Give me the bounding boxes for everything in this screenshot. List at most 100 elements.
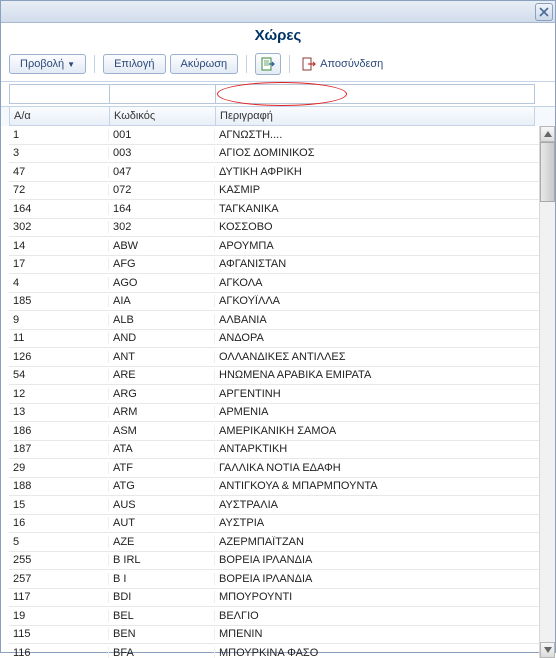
table-row[interactable]: 1001ΑΓΝΩΣΤΗ.... <box>9 126 539 145</box>
titlebar <box>1 1 555 23</box>
table-row[interactable]: 12ARGΑΡΓΕΝΤΙΝΗ <box>9 385 539 404</box>
table-row[interactable]: 117BDIΜΠΟΥΡΟΥΝΤΙ <box>9 589 539 608</box>
cell-aa: 187 <box>9 443 109 455</box>
vertical-scrollbar[interactable] <box>539 126 555 658</box>
cell-desc: ΑΥΣΤΡΙΑ <box>215 517 539 529</box>
table-row[interactable]: 47047ΔΥΤΙΚΗ ΑΦΡΙΚΗ <box>9 163 539 182</box>
cell-aa: 1 <box>9 129 109 141</box>
cell-aa: 15 <box>9 499 109 511</box>
scroll-down-button[interactable] <box>540 642 555 658</box>
table-row[interactable]: 4AGOΑΓΚΟΛΑ <box>9 274 539 293</box>
cell-aa: 16 <box>9 517 109 529</box>
cell-aa: 188 <box>9 480 109 492</box>
cell-aa: 255 <box>9 554 109 566</box>
cell-aa: 186 <box>9 425 109 437</box>
table-row[interactable]: 72072ΚΑΣΜΙΡ <box>9 182 539 201</box>
arrow-down-icon <box>544 647 552 653</box>
export-button[interactable] <box>255 53 281 75</box>
header-desc[interactable]: Περιγραφή <box>215 107 535 126</box>
cell-code: 302 <box>109 221 215 233</box>
logout-link[interactable]: Αποσύνδεση <box>298 55 387 73</box>
table-row[interactable]: 116BFAΜΠΟΥΡΚΙΝΑ ΦΑΣΟ <box>9 644 539 658</box>
separator <box>246 55 247 73</box>
cell-code: ARG <box>109 388 215 400</box>
table-row[interactable]: 29ATFΓΑΛΛΙΚΑ ΝΟΤΙΑ ΕΔΑΦΗ <box>9 459 539 478</box>
table-row[interactable]: 17AFGΑΦΓΑΝΙΣΤΑΝ <box>9 256 539 275</box>
select-button[interactable]: Επιλογή <box>103 54 165 74</box>
cell-desc: ΑΓΝΩΣΤΗ.... <box>215 129 539 141</box>
scroll-up-button[interactable] <box>540 126 555 142</box>
cell-code: 072 <box>109 184 215 196</box>
cell-aa: 257 <box>9 573 109 585</box>
table-row[interactable]: 19BELΒΕΛΓΙΟ <box>9 607 539 626</box>
cell-desc: ΜΠΟΥΡΟΥΝΤΙ <box>215 591 539 603</box>
filter-aa-input[interactable] <box>9 84 109 104</box>
cell-aa: 47 <box>9 166 109 178</box>
table-row[interactable]: 115BENΜΠΕΝΙΝ <box>9 626 539 645</box>
cell-code: ATG <box>109 480 215 492</box>
cell-desc: ΔΥΤΙΚΗ ΑΦΡΙΚΗ <box>215 166 539 178</box>
cell-aa: 54 <box>9 369 109 381</box>
cell-desc: ΑΥΣΤΡΑΛΙΑ <box>215 499 539 511</box>
cell-desc: ΑΦΓΑΝΙΣΤΑΝ <box>215 258 539 270</box>
cell-code: AGO <box>109 277 215 289</box>
table-row[interactable]: 9ALBΑΛΒΑΝΙΑ <box>9 311 539 330</box>
cell-code: ALB <box>109 314 215 326</box>
table-header: Α/α Κωδικός Περιγραφή <box>1 107 555 126</box>
table-row[interactable]: 16AUTΑΥΣΤΡΙΑ <box>9 515 539 534</box>
filter-code-input[interactable] <box>109 84 215 104</box>
cell-desc: ΑΡΓΕΝΤΙΝΗ <box>215 388 539 400</box>
close-button[interactable] <box>535 3 553 21</box>
filter-desc-input[interactable] <box>215 84 535 104</box>
cell-aa: 115 <box>9 628 109 640</box>
table-row[interactable]: 187ATAΑΝΤΑΡΚΤΙΚΗ <box>9 441 539 460</box>
view-button[interactable]: Προβολή ▼ <box>9 54 86 74</box>
select-button-label: Επιλογή <box>114 58 154 70</box>
cell-code: ARM <box>109 406 215 418</box>
cell-desc: ΜΠΟΥΡΚΙΝΑ ΦΑΣΟ <box>215 647 539 658</box>
table-row[interactable]: 302302ΚΟΣΣΟΒΟ <box>9 219 539 238</box>
filter-row <box>1 82 555 107</box>
spreadsheet-export-icon <box>261 57 275 71</box>
table-row[interactable]: 5AZEΑΖΕΡΜΠΑΪΤΖΑΝ <box>9 533 539 552</box>
cell-desc: ΑΝΤΙΓΚΟΥΑ & ΜΠΑΡΜΠΟΥΝΤΑ <box>215 480 539 492</box>
table-body: 1001ΑΓΝΩΣΤΗ....3003ΑΓΙΟΣ ΔΟΜΙΝΙΚΟΣ47047Δ… <box>1 126 555 658</box>
cell-code: BEL <box>109 610 215 622</box>
cell-code: 001 <box>109 129 215 141</box>
view-button-label: Προβολή <box>20 58 64 70</box>
table-row[interactable]: 188ATGΑΝΤΙΓΚΟΥΑ & ΜΠΑΡΜΠΟΥΝΤΑ <box>9 478 539 497</box>
header-aa[interactable]: Α/α <box>9 107 109 126</box>
chevron-down-icon: ▼ <box>67 60 75 69</box>
separator <box>289 55 290 73</box>
cell-aa: 116 <box>9 647 109 658</box>
table-row[interactable]: 54AREΗΝΩΜΕΝΑ ΑΡΑΒΙΚΑ ΕΜΙΡΑΤΑ <box>9 367 539 386</box>
cell-code: AZE <box>109 536 215 548</box>
cell-aa: 4 <box>9 277 109 289</box>
cell-code: BDI <box>109 591 215 603</box>
cancel-button-label: Ακύρωση <box>181 58 228 70</box>
cell-desc: ΤΑΓΚΑΝΙΚΑ <box>215 203 539 215</box>
cell-code: ANT <box>109 351 215 363</box>
cell-code: BEN <box>109 628 215 640</box>
separator <box>94 55 95 73</box>
table-row[interactable]: 13ARMΑΡΜΕΝΙΑ <box>9 404 539 423</box>
cell-aa: 72 <box>9 184 109 196</box>
scroll-thumb[interactable] <box>540 142 555 202</box>
table-row[interactable]: 164164ΤΑΓΚΑΝΙΚΑ <box>9 200 539 219</box>
cell-desc: ΓΑΛΛΙΚΑ ΝΟΤΙΑ ΕΔΑΦΗ <box>215 462 539 474</box>
table-row[interactable]: 3003ΑΓΙΟΣ ΔΟΜΙΝΙΚΟΣ <box>9 145 539 164</box>
cell-desc: ΑΓΚΟΛΑ <box>215 277 539 289</box>
cell-code: ATA <box>109 443 215 455</box>
header-code[interactable]: Κωδικός <box>109 107 215 126</box>
cancel-button[interactable]: Ακύρωση <box>170 54 239 74</box>
table-row[interactable]: 126ANTΟΛΛΑΝΔΙΚΕΣ ΑΝΤΙΛΛΕΣ <box>9 348 539 367</box>
table-row[interactable]: 14ABWΑΡΟΥΜΠΑ <box>9 237 539 256</box>
table-row[interactable]: 186ASMΑΜΕΡΙΚΑΝΙΚΗ ΣΑΜΟΑ <box>9 422 539 441</box>
cell-desc: ΒΟΡΕΙΑ ΙΡΛΑΝΔΙΑ <box>215 554 539 566</box>
table-row[interactable]: 11ANDΑΝΔΟΡΑ <box>9 330 539 349</box>
cell-desc: ΑΡΜΕΝΙΑ <box>215 406 539 418</box>
table-row[interactable]: 255B IRLΒΟΡΕΙΑ ΙΡΛΑΝΔΙΑ <box>9 552 539 571</box>
table-row[interactable]: 15AUSΑΥΣΤΡΑΛΙΑ <box>9 496 539 515</box>
table-row[interactable]: 185AIAΑΓΚΟΥΪΛΛΑ <box>9 293 539 312</box>
table-row[interactable]: 257B ΙΒΟΡΕΙΑ ΙΡΛΑΝΔΙΑ <box>9 570 539 589</box>
